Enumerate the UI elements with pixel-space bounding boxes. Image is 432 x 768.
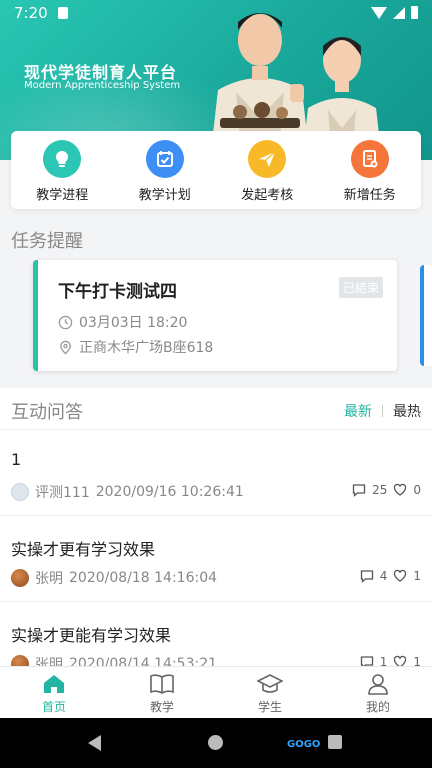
location-pin-icon [60,340,71,354]
recent-apps-icon[interactable] [328,735,342,749]
task-location: 正商木华广场B座618 [79,340,214,356]
task-card[interactable]: 下午打卡测试四 已结束 03月03日 18:20 正商木华广场B座618 [33,260,397,371]
back-icon[interactable] [88,735,101,751]
comment-icon [352,484,366,497]
home-button-icon[interactable] [208,735,223,750]
comment-icon [360,570,373,583]
action-teaching-plan[interactable]: 教学计划 [114,131,217,209]
action-label: 发起考核 [241,188,294,203]
task-location-row: 正商木华广场B座618 [58,337,213,357]
tab-label: 首页 [41,700,66,714]
post-author: 评测111 [35,485,90,501]
comment-count: 25 [372,483,388,497]
sim-icon [58,7,68,19]
status-time: 7:20 [14,4,48,22]
tab-label: 我的 [365,700,390,714]
avatar [11,483,29,501]
post-date: 2020/09/16 10:26:41 [95,484,244,500]
like-count: 0 [413,483,421,497]
action-label: 教学计划 [138,188,191,203]
action-label: 新增任务 [343,188,396,203]
divider [382,405,383,417]
book-icon [150,674,174,694]
calendar-check-icon [145,140,184,178]
status-badge: 已结束 [338,277,383,298]
task-time-row: 03月03日 18:20 [58,312,187,332]
comment-count: 4 [379,569,388,583]
graduation-cap-icon [257,674,283,693]
post-date: 2020/08/18 14:16:04 [69,570,218,586]
bottom-tab-bar: 首页 教学 学生 我的 [0,666,432,718]
action-add-task[interactable]: 新增任务 [319,131,422,209]
system-nav-bar: GOGO [0,718,432,768]
quick-actions-card: 教学进程 教学计划 发起考核 新增任务 [11,131,421,209]
task-name: 下午打卡测试四 [58,282,177,302]
action-label: 教学进程 [36,188,89,203]
heart-icon [394,569,407,582]
sort-hottest-tab[interactable]: 最热 [393,401,421,421]
bulb-icon [43,140,82,178]
qa-header: 互动问答 最新 最热 [0,388,432,430]
tab-students[interactable]: 学生 [216,667,324,718]
tab-label: 教学 [149,700,174,714]
qa-sort-tabs: 最新 最热 [344,401,421,421]
sort-newest-tab[interactable]: 最新 [344,401,372,421]
brand-subtitle: Modern Apprenticeship System [24,80,181,91]
qa-title: 互动问答 [11,402,83,423]
task-section-title: 任务提醒 [11,231,83,252]
avatar [11,569,29,587]
task-time: 03月03日 18:20 [79,315,188,331]
home-icon [44,675,64,693]
like-count: 1 [413,569,421,583]
qa-panel: 互动问答 最新 最热 1 评测111 2020/09/16 10:26:41 2… [0,388,432,688]
post-meta: 评测111 2020/09/16 10:26:41 [11,482,244,502]
user-icon [368,674,388,695]
list-item[interactable]: 1 评测111 2020/09/16 10:26:41 25 0 [0,430,432,516]
tab-home[interactable]: 首页 [0,667,108,718]
tab-label: 学生 [257,700,282,714]
post-stats: 4 1 [360,569,421,583]
paper-plane-icon [248,140,287,178]
list-item[interactable]: 实操才更有学习效果 张明 2020/08/18 14:16:04 4 1 [0,516,432,602]
post-author: 张明 [35,571,63,587]
action-start-assessment[interactable]: 发起考核 [216,131,319,209]
heart-icon [394,483,407,496]
tab-teaching[interactable]: 教学 [108,667,216,718]
clock-icon [58,315,73,329]
post-title: 实操才更有学习效果 [11,540,156,559]
post-stats: 25 0 [352,483,421,497]
next-task-card-peek[interactable] [420,265,432,366]
post-title: 1 [11,450,22,469]
action-teaching-progress[interactable]: 教学进程 [11,131,114,209]
watermark-logo: GOGO [284,738,324,751]
document-add-icon [350,140,389,178]
post-title: 实操才更能有学习效果 [11,626,172,645]
tab-mine[interactable]: 我的 [324,667,432,718]
post-meta: 张明 2020/08/18 14:16:04 [11,568,217,588]
